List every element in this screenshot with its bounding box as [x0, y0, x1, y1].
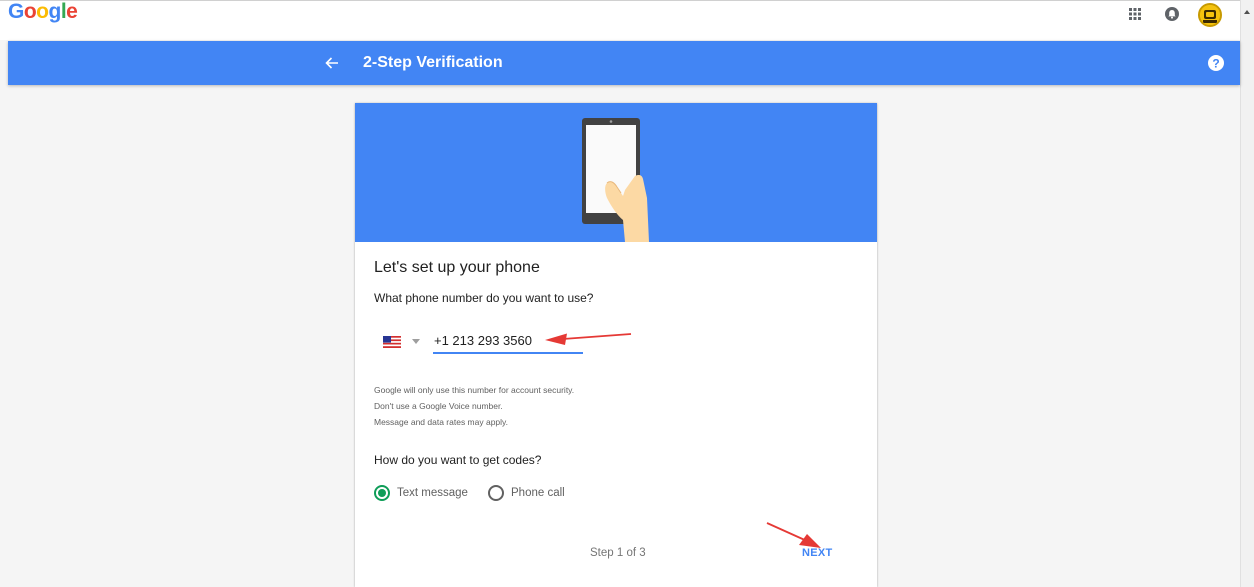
phone-number-input[interactable]	[433, 330, 583, 354]
avatar-image	[1200, 5, 1220, 25]
radio-unselected-icon[interactable]	[488, 485, 504, 501]
svg-text:?: ?	[1212, 57, 1219, 71]
fine-print: Google will only use this number for acc…	[374, 382, 574, 430]
dropdown-caret-icon	[412, 339, 420, 344]
apps-grid-icon[interactable]	[1128, 7, 1142, 21]
scrollbar[interactable]	[1240, 0, 1254, 587]
codes-question: How do you want to get codes?	[374, 453, 542, 467]
step-indicator: Step 1 of 3	[590, 547, 646, 559]
help-icon[interactable]: ?	[1206, 53, 1226, 73]
scroll-up-arrow-icon[interactable]	[1241, 6, 1253, 18]
account-avatar[interactable]	[1198, 3, 1222, 27]
phone-in-hand-illustration	[582, 118, 649, 242]
radio-selected-icon[interactable]	[374, 485, 390, 501]
card-title: Let's set up your phone	[374, 259, 540, 276]
page-header: 2-Step Verification ?	[8, 41, 1240, 85]
radio-text-message[interactable]: Text message	[374, 484, 468, 502]
hero-banner	[355, 103, 877, 242]
page-title: 2-Step Verification	[363, 54, 503, 71]
next-button[interactable]: NEXT	[802, 543, 833, 563]
setup-card: Let's set up your phone What phone numbe…	[355, 103, 877, 587]
fine-print-line: Don't use a Google Voice number.	[374, 401, 503, 411]
back-arrow-icon[interactable]	[322, 53, 342, 73]
google-logo[interactable]: Google	[8, 1, 78, 22]
notifications-icon[interactable]	[1164, 6, 1180, 22]
fine-print-line: Google will only use this number for acc…	[374, 385, 575, 395]
radio-label: Phone call	[511, 487, 565, 499]
top-bar: Google	[0, 0, 1254, 40]
country-select[interactable]	[383, 333, 427, 351]
flag-us-icon	[383, 336, 401, 348]
radio-label: Text message	[397, 487, 468, 499]
phone-question: What phone number do you want to use?	[374, 291, 594, 305]
fine-print-line: Message and data rates may apply.	[374, 417, 509, 427]
radio-phone-call[interactable]: Phone call	[488, 484, 565, 502]
